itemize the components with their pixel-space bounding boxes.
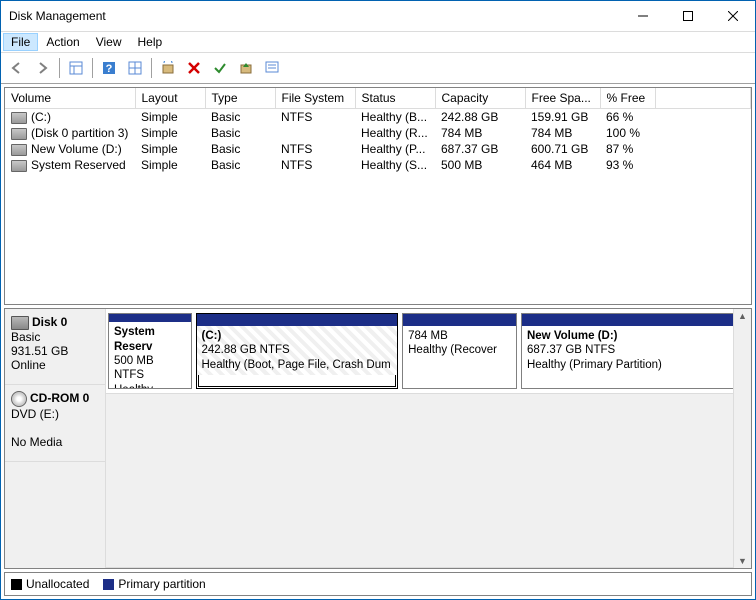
col-status[interactable]: Status: [355, 88, 435, 109]
back-button[interactable]: [5, 56, 29, 80]
window-title: Disk Management: [9, 9, 620, 23]
col-layout[interactable]: Layout: [135, 88, 205, 109]
partition-row: System Reserv500 MB NTFSHealthy (System(…: [106, 309, 733, 394]
volume-icon: [11, 128, 27, 140]
col-volume[interactable]: Volume: [5, 88, 135, 109]
partition-row-empty: [106, 394, 733, 568]
menu-file[interactable]: File: [3, 33, 38, 51]
help-icon[interactable]: ?: [97, 56, 121, 80]
table-row[interactable]: New Volume (D:)SimpleBasicNTFSHealthy (P…: [5, 141, 751, 157]
volume-icon: [11, 144, 27, 156]
menu-action[interactable]: Action: [38, 33, 87, 51]
refresh-icon[interactable]: [156, 56, 180, 80]
check-icon[interactable]: [208, 56, 232, 80]
scrollbar[interactable]: ▲▼: [733, 309, 751, 568]
disk-icon: [11, 316, 29, 330]
scroll-down-icon[interactable]: ▼: [738, 556, 747, 566]
volume-table[interactable]: Volume Layout Type File System Status Ca…: [5, 88, 751, 173]
properties-icon[interactable]: [260, 56, 284, 80]
disk-entry-cdrom[interactable]: CD-ROM 0 DVD (E:) No Media: [5, 385, 105, 462]
partition-box[interactable]: System Reserv500 MB NTFSHealthy (System: [108, 313, 192, 389]
disk-map-pane: Disk 0 Basic 931.51 GB Online CD-ROM 0 D…: [4, 308, 752, 569]
table-row[interactable]: System ReservedSimpleBasicNTFSHealthy (S…: [5, 157, 751, 173]
delete-icon[interactable]: [182, 56, 206, 80]
menu-view[interactable]: View: [88, 33, 130, 51]
partition-box[interactable]: 784 MBHealthy (Recover: [402, 313, 517, 389]
legend-unallocated: Unallocated: [11, 577, 89, 591]
maximize-button[interactable]: [665, 1, 710, 31]
disk-list: Disk 0 Basic 931.51 GB Online CD-ROM 0 D…: [5, 309, 106, 568]
up-icon[interactable]: [234, 56, 258, 80]
partition-box[interactable]: (C:)242.88 GB NTFSHealthy (Boot, Page Fi…: [196, 313, 399, 389]
partition-box[interactable]: New Volume (D:)687.37 GB NTFSHealthy (Pr…: [521, 313, 733, 389]
col-capacity[interactable]: Capacity: [435, 88, 525, 109]
col-freespace[interactable]: Free Spa...: [525, 88, 600, 109]
scroll-up-icon[interactable]: ▲: [738, 311, 747, 321]
table-row[interactable]: (C:)SimpleBasicNTFSHealthy (B...242.88 G…: [5, 109, 751, 126]
col-filesystem[interactable]: File System: [275, 88, 355, 109]
disk-entry-0[interactable]: Disk 0 Basic 931.51 GB Online: [5, 309, 105, 385]
toolbar-grid-icon[interactable]: [123, 56, 147, 80]
legend: Unallocated Primary partition: [4, 572, 752, 596]
volume-icon: [11, 112, 27, 124]
col-pctfree[interactable]: % Free: [600, 88, 655, 109]
close-button[interactable]: [710, 1, 755, 31]
svg-text:?: ?: [106, 63, 113, 75]
toolbar-view-icon[interactable]: [64, 56, 88, 80]
cdrom-icon: [11, 391, 27, 407]
table-row[interactable]: (Disk 0 partition 3)SimpleBasicHealthy (…: [5, 125, 751, 141]
menubar: File Action View Help: [1, 31, 755, 53]
partition-area: System Reserv500 MB NTFSHealthy (System(…: [106, 309, 733, 568]
volume-list-pane: Volume Layout Type File System Status Ca…: [4, 87, 752, 305]
volume-icon: [11, 160, 27, 172]
toolbar: ?: [1, 53, 755, 84]
menu-help[interactable]: Help: [130, 33, 171, 51]
col-type[interactable]: Type: [205, 88, 275, 109]
minimize-button[interactable]: [620, 1, 665, 31]
legend-primary: Primary partition: [103, 577, 205, 591]
forward-button[interactable]: [31, 56, 55, 80]
titlebar: Disk Management: [1, 1, 755, 31]
